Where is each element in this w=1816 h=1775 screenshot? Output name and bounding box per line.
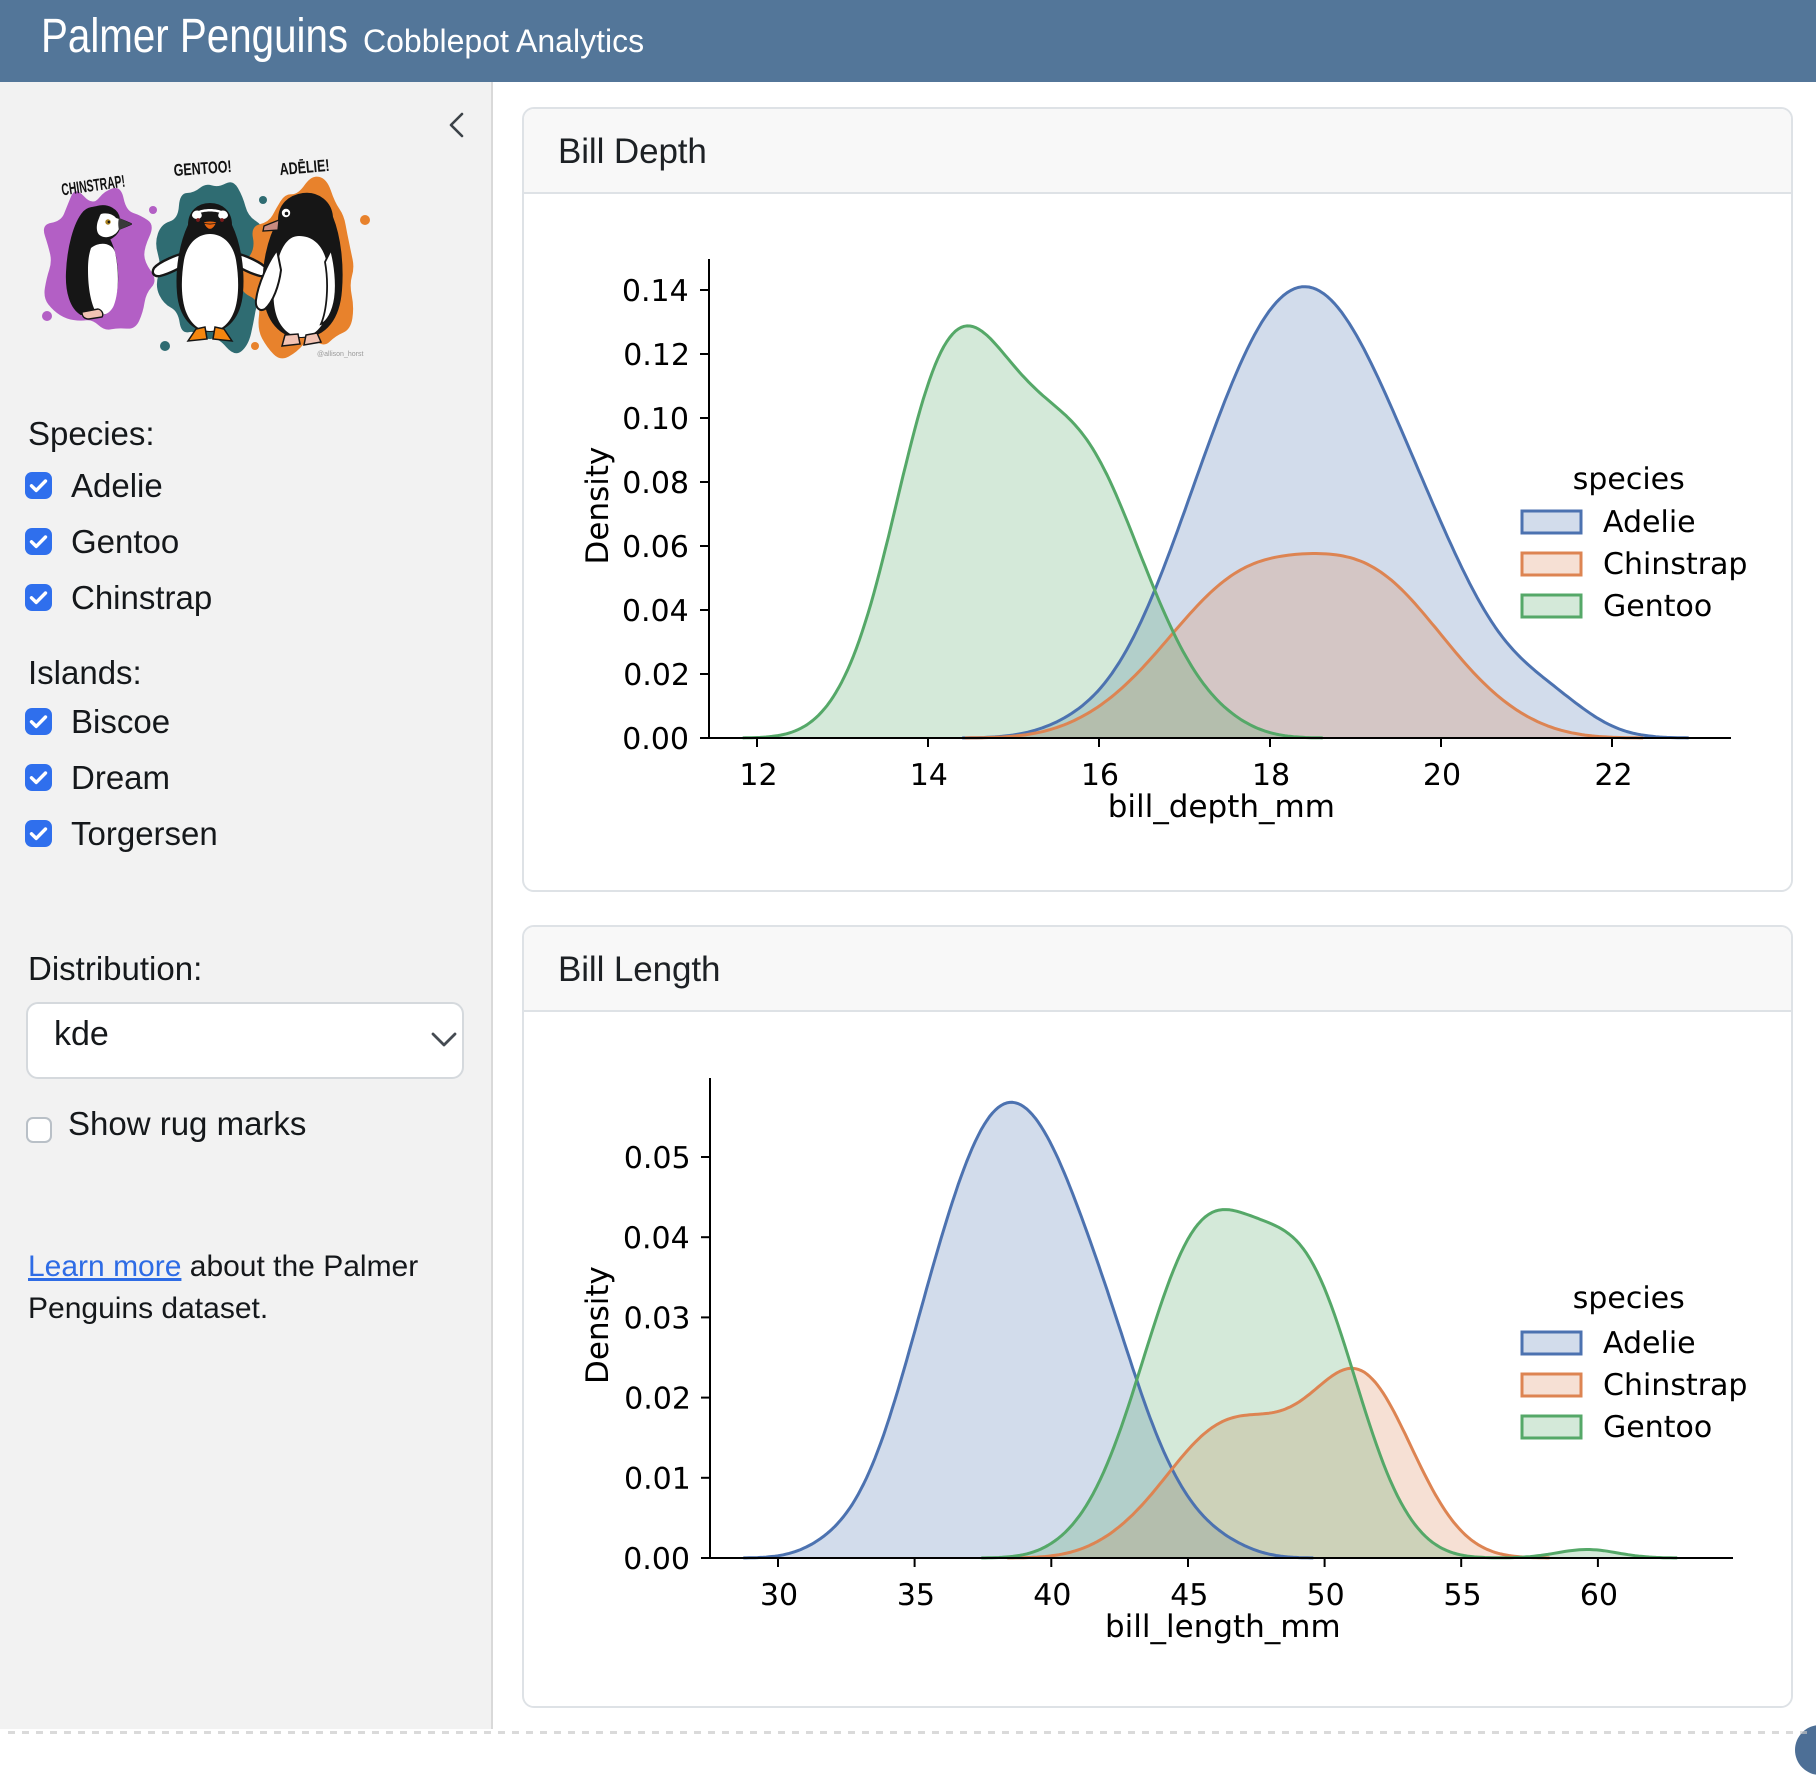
svg-text:GENTOO!: GENTOO! [173, 158, 232, 180]
svg-text:ADĒLIE!: ADĒLIE! [279, 158, 330, 179]
svg-text:@allison_horst: @allison_horst [317, 351, 363, 358]
